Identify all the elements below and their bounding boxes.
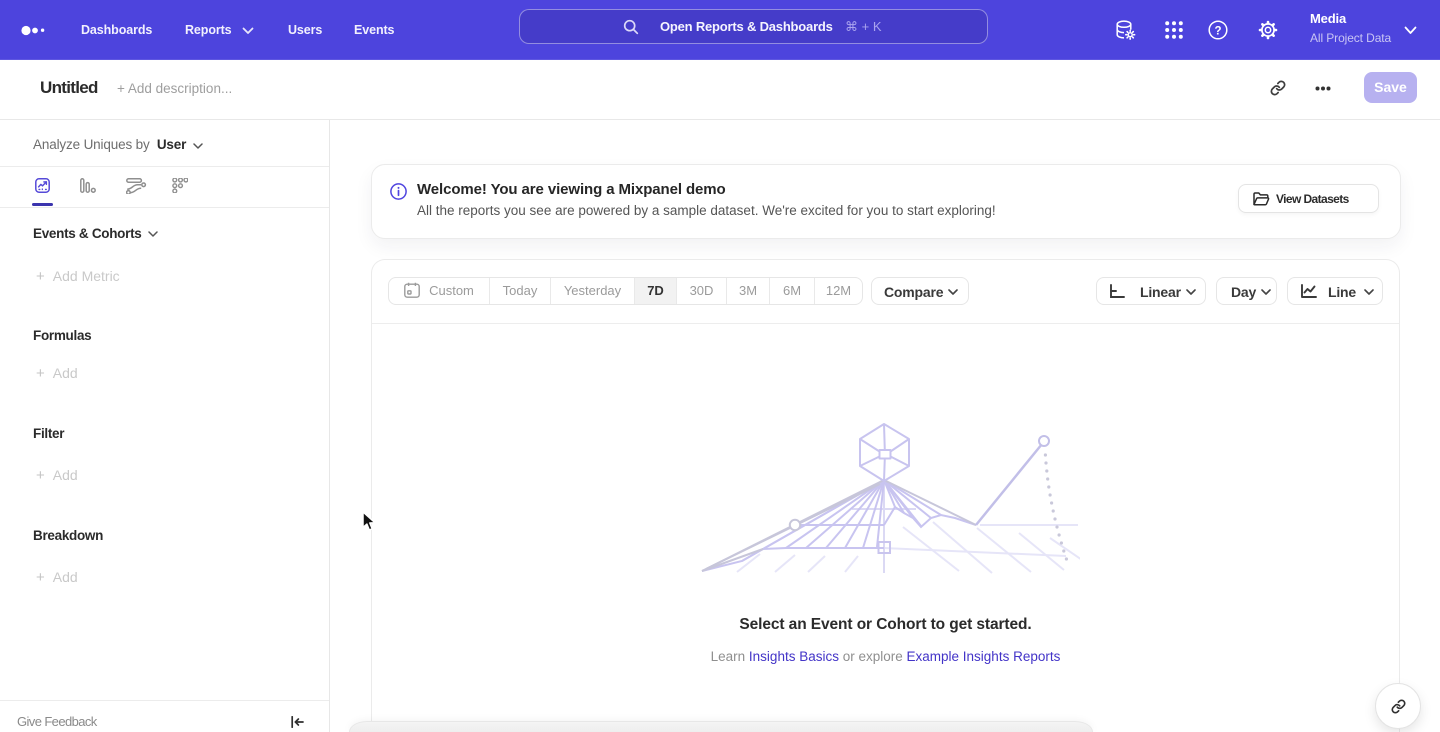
- svg-text:?: ?: [1214, 25, 1221, 37]
